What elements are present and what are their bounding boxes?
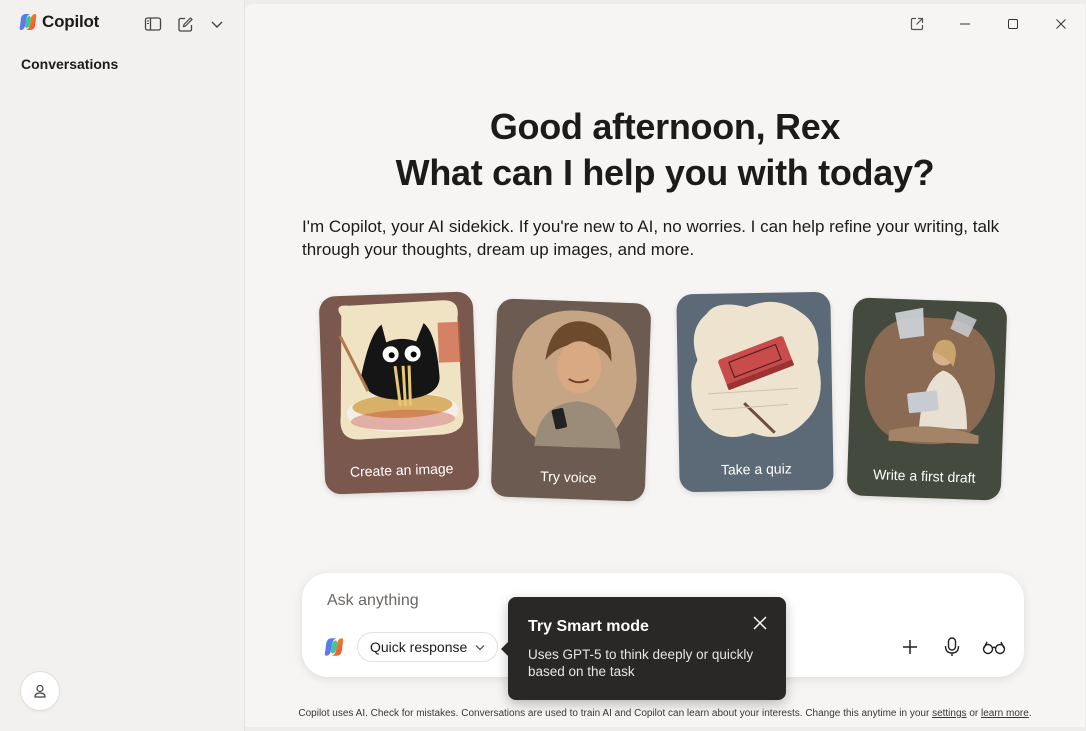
sidebar-panel-icon xyxy=(144,17,162,31)
close-icon xyxy=(753,616,767,630)
greeting-line-2: What can I help you with today? xyxy=(395,152,935,193)
minimize-icon xyxy=(960,23,970,25)
window-controls xyxy=(893,10,1085,38)
sidebar: Copilot Conversations xyxy=(0,0,245,731)
new-chat-button[interactable] xyxy=(175,14,195,34)
learn-more-link[interactable]: learn more xyxy=(981,708,1029,719)
card-label: Take a quiz xyxy=(720,460,792,478)
plus-icon xyxy=(903,640,917,654)
more-options-button[interactable] xyxy=(207,14,227,34)
mode-label: Quick response xyxy=(370,639,468,655)
main-panel: Good afternoon, Rex What can I help you … xyxy=(245,4,1085,727)
card-write-draft[interactable]: Write a first draft xyxy=(846,297,1008,501)
compose-icon xyxy=(177,16,193,32)
user-account-button[interactable] xyxy=(20,671,60,711)
chevron-down-icon xyxy=(475,644,485,650)
greeting-line-1: Good afternoon, Rex xyxy=(489,106,841,147)
copilot-logo-icon xyxy=(324,638,344,656)
close-icon xyxy=(1056,19,1066,29)
copilot-logo-icon xyxy=(19,14,37,30)
settings-link[interactable]: settings xyxy=(932,708,966,719)
vision-button[interactable] xyxy=(982,635,1006,659)
greeting-heading: Good afternoon, Rex What can I help you … xyxy=(245,104,1085,196)
conversations-heading: Conversations xyxy=(21,56,119,72)
footer-period: . xyxy=(1028,708,1032,719)
footer-or: or xyxy=(969,708,979,719)
maximize-button[interactable] xyxy=(989,10,1037,38)
disclaimer-footer: Copilot uses AI. Check for mistakes. Con… xyxy=(245,708,1085,719)
smart-mode-tooltip: Try Smart mode Uses GPT-5 to think deepl… xyxy=(501,597,786,700)
glasses-icon xyxy=(982,641,1006,655)
maximize-icon xyxy=(1008,19,1018,29)
close-window-button[interactable] xyxy=(1037,10,1085,38)
tooltip-title: Try Smart mode xyxy=(528,618,649,635)
microphone-icon xyxy=(944,637,960,656)
card-create-image[interactable]: Create an image xyxy=(318,291,480,495)
brand[interactable]: Copilot xyxy=(18,12,99,32)
voice-input-button[interactable] xyxy=(940,635,964,659)
intro-text: I'm Copilot, your AI sidekick. If you're… xyxy=(302,217,1000,259)
popout-icon xyxy=(910,17,924,31)
minimize-button[interactable] xyxy=(941,10,989,38)
tooltip-body: Uses GPT-5 to think deeply or quickly ba… xyxy=(528,647,754,679)
sidebar-toolbar xyxy=(143,14,227,34)
card-take-quiz[interactable]: Take a quiz xyxy=(676,291,834,493)
footer-text: Copilot uses AI. Check for mistakes. Con… xyxy=(298,708,930,719)
popout-button[interactable] xyxy=(893,10,941,38)
chevron-down-icon xyxy=(211,21,223,28)
toggle-sidebar-button[interactable] xyxy=(143,14,163,34)
tooltip-close-button[interactable] xyxy=(750,613,770,633)
composer-actions xyxy=(898,635,1006,659)
person-icon xyxy=(34,684,46,698)
card-try-voice[interactable]: Try voice xyxy=(490,298,652,502)
response-mode-dropdown[interactable]: Quick response xyxy=(357,632,499,662)
brand-name: Copilot xyxy=(42,12,100,31)
add-attachment-button[interactable] xyxy=(898,635,922,659)
